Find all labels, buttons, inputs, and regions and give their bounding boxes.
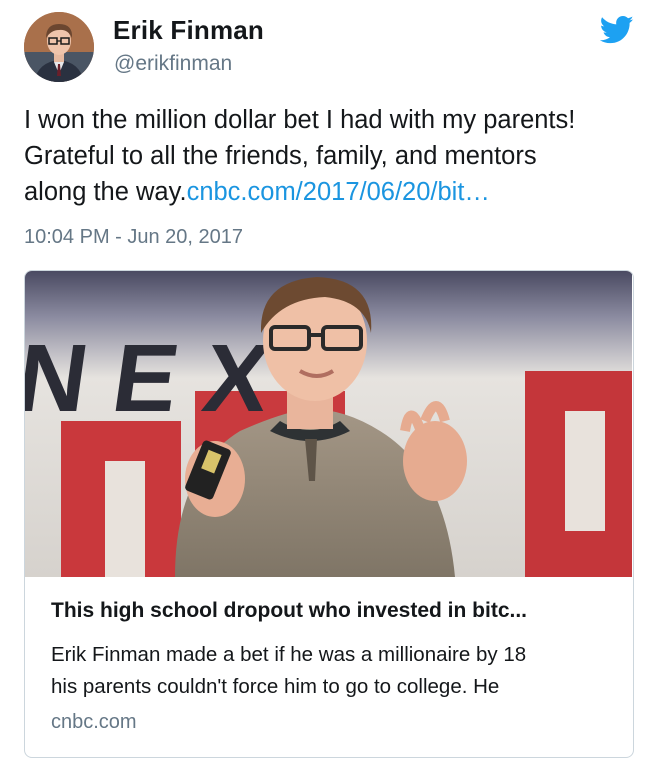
card-domain: cnbc.com: [51, 711, 137, 733]
profile-photo: [24, 12, 94, 82]
speaker-photo: N E X: [25, 271, 632, 577]
card-description-line: Erik Finman made a bet if he was a milli…: [51, 643, 527, 666]
card-title[interactable]: This high school dropout who invested in…: [51, 599, 621, 623]
card-description: Erik Finman made a bet if he was a milli…: [51, 639, 621, 703]
author-handle[interactable]: @erikfinman: [114, 52, 232, 76]
card-description-line: his parents couldn't force him to go to …: [51, 675, 500, 698]
tweet-text: I won the million dollar bet I had with …: [24, 102, 634, 210]
tweet-text-line: along the way.cnbc.com/2017/06/20/bit…: [24, 174, 634, 210]
tweet-timestamp[interactable]: 10:04 PM - Jun 20, 2017: [24, 226, 243, 249]
tweet-link[interactable]: cnbc.com/2017/06/20/bit…: [187, 178, 490, 206]
tweet-container: Erik Finman @erikfinman I won the millio…: [0, 0, 654, 762]
tweet-text-segment: along the way.: [24, 178, 187, 206]
svg-text:N E X: N E X: [25, 325, 276, 431]
card-image[interactable]: N E X: [25, 271, 632, 577]
author-name[interactable]: Erik Finman: [113, 15, 264, 46]
tweet-text-line: Grateful to all the friends, family, and…: [24, 142, 537, 170]
link-preview-card[interactable]: N E X This high school dropout who inves…: [24, 270, 634, 758]
tweet-text-line: I won the million dollar bet I had with …: [24, 106, 576, 134]
author-avatar[interactable]: [24, 12, 94, 82]
twitter-bird-icon[interactable]: [600, 15, 634, 45]
